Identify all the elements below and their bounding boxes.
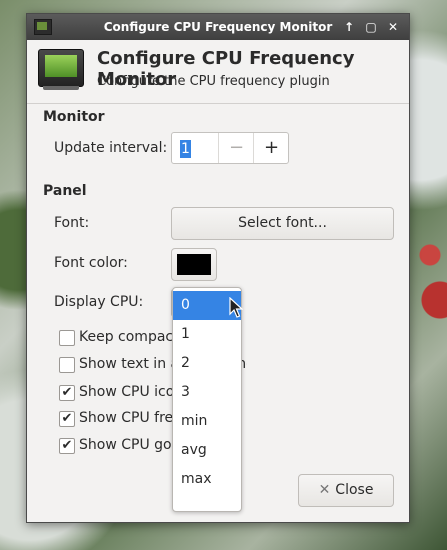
cpu-option-avg[interactable]: avg <box>173 436 241 465</box>
title-bar[interactable]: Configure CPU Frequency Monitor ↑ ▢ ✕ <box>27 14 409 40</box>
keep-above-button[interactable]: ↑ <box>340 18 358 36</box>
show-cpu-icon-checkbox[interactable]: ✔ <box>59 385 75 401</box>
close-button-label: Close <box>335 482 374 498</box>
header-divider <box>27 103 409 104</box>
close-window-button[interactable]: ✕ <box>384 18 402 36</box>
cpu-option-1[interactable]: 1 <box>173 320 241 349</box>
font-color-button[interactable] <box>171 248 217 281</box>
cpu-option-min[interactable]: min <box>173 407 241 436</box>
display-cpu-label: Display CPU: <box>54 294 144 310</box>
select-font-button[interactable]: Select font... <box>171 207 394 240</box>
panel-section-heading: Panel <box>43 183 87 199</box>
settings-dialog: Configure CPU Frequency Monitor ↑ ▢ ✕ Co… <box>26 13 410 523</box>
dialog-header: Configure CPU Frequency Monitor Configur… <box>37 48 399 98</box>
show-cpu-frequency-checkbox[interactable]: ✔ <box>59 411 75 427</box>
show-cpu-icon-label[interactable]: Show CPU icon <box>79 384 174 400</box>
update-interval-spinner[interactable]: 1 − + <box>171 132 289 164</box>
monitor-section-heading: Monitor <box>43 109 105 125</box>
cpu-option-3[interactable]: 3 <box>173 378 241 407</box>
mouse-pointer-icon <box>229 297 243 318</box>
font-color-swatch <box>177 254 211 275</box>
cpu-option-max[interactable]: max <box>173 465 241 494</box>
single-line-checkbox[interactable] <box>59 357 75 373</box>
close-button[interactable]: ✕ Close <box>298 474 394 507</box>
decrement-button[interactable]: − <box>218 133 254 163</box>
keep-compact-label[interactable]: Keep compact <box>79 329 174 345</box>
show-cpu-governor-label[interactable]: Show CPU governor <box>79 437 174 453</box>
cpu-option-2[interactable]: 2 <box>173 349 241 378</box>
monitor-icon <box>38 49 84 90</box>
maximize-button[interactable]: ▢ <box>362 18 380 36</box>
show-cpu-frequency-label[interactable]: Show CPU frequency <box>79 410 174 426</box>
close-icon: ✕ <box>318 482 331 498</box>
font-label: Font: <box>54 215 90 231</box>
update-interval-value[interactable]: 1 <box>180 140 191 158</box>
font-color-label: Font color: <box>54 255 128 271</box>
header-subtitle: Configure the CPU frequency plugin <box>97 74 330 89</box>
update-interval-label: Update interval: <box>54 140 168 156</box>
show-cpu-governor-checkbox[interactable]: ✔ <box>59 438 75 454</box>
keep-compact-checkbox[interactable] <box>59 330 75 346</box>
increment-button[interactable]: + <box>253 133 289 163</box>
display-cpu-dropdown[interactable]: 0 1 2 3 min avg max <box>172 287 242 512</box>
